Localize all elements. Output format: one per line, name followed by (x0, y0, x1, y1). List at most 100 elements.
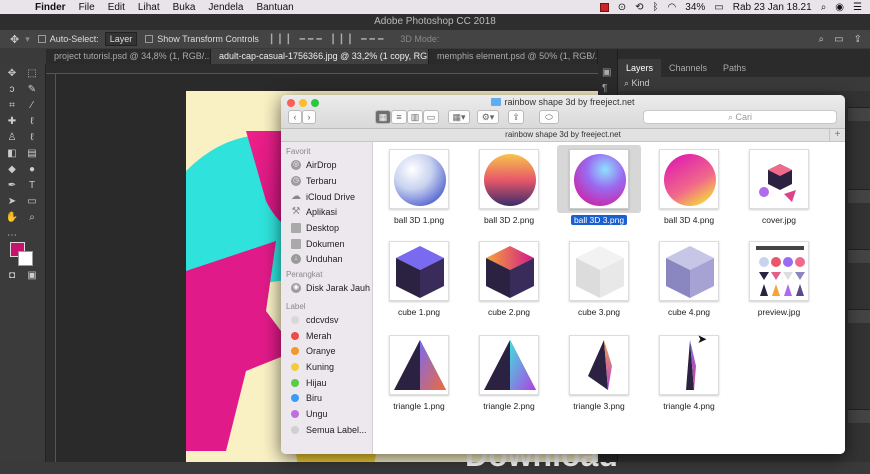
auto-select-dropdown[interactable]: Layer (104, 32, 138, 46)
zoom-tool-icon[interactable]: ⌕ (25, 212, 39, 224)
spotlight-icon[interactable]: ⌕ (821, 2, 827, 13)
menu-extra-icon[interactable]: ⊙ (618, 2, 626, 13)
sidebar-tag-red[interactable]: Merah (291, 330, 332, 342)
layer-row[interactable] (848, 409, 870, 423)
sidebar-item-applications[interactable]: ⚒ Aplikasi (291, 206, 338, 218)
file-item[interactable]: ball 3D 1.png (373, 142, 463, 230)
layer-row[interactable] (848, 309, 870, 323)
tab-layers[interactable]: Layers (618, 59, 662, 77)
tab-project-tutorial[interactable]: project tutorisl.psd @ 34,8% (1, RGB/... (46, 49, 211, 64)
list-view-button[interactable]: ≡ (391, 110, 407, 124)
move-tool-icon[interactable]: ✥ (5, 68, 19, 80)
file-item[interactable]: triangle 2.png (463, 328, 553, 416)
chevron-down-icon[interactable]: ▾ (25, 34, 30, 45)
search-input[interactable]: ⌕ Cari (643, 110, 837, 124)
file-item[interactable]: triangle 4.png (643, 328, 733, 416)
marquee-tool-icon[interactable]: ⬚ (25, 68, 39, 80)
sidebar-item-desktop[interactable]: Desktop (291, 222, 339, 234)
eyedropper-icon[interactable]: ⁄ (25, 100, 39, 112)
file-item[interactable]: cover.jpg (733, 142, 823, 230)
workspace-icon[interactable]: ▭ (834, 34, 843, 45)
sidebar-item-downloads[interactable]: ↓ Unduhan (291, 253, 343, 265)
back-button[interactable]: ‹ (288, 110, 302, 124)
history-brush-icon[interactable]: ℓ (25, 132, 39, 144)
layer-row[interactable] (848, 189, 870, 203)
dodge-tool-icon[interactable]: ● (25, 164, 39, 176)
file-item-selected[interactable]: ball 3D 3.png (553, 142, 643, 230)
share-icon[interactable]: ⇪ (854, 34, 862, 45)
file-item[interactable]: triangle 3.png (553, 328, 643, 416)
brush-tool-icon[interactable]: ℓ (25, 116, 39, 128)
wifi-icon[interactable]: ◠ (668, 2, 677, 13)
gradient-tool-icon[interactable]: ▤ (25, 148, 39, 160)
lasso-tool-icon[interactable]: ↄ (5, 84, 19, 96)
menu-go[interactable]: Buka (173, 2, 196, 13)
quick-mask-icon[interactable]: ◘ (5, 270, 19, 282)
pen-tool-icon[interactable]: ✒ (5, 180, 19, 192)
file-item[interactable]: cube 4.png (643, 234, 733, 322)
layer-row[interactable] (848, 249, 870, 263)
file-item[interactable]: cube 3.png (553, 234, 643, 322)
hand-tool-icon[interactable]: ✋ (5, 212, 19, 224)
action-gear-icon[interactable]: ⚙▾ (477, 110, 499, 124)
sidebar-item-documents[interactable]: Dokumen (291, 238, 345, 250)
battery-icon[interactable]: ▭ (714, 2, 723, 13)
type-tool-icon[interactable]: T (25, 180, 39, 192)
menu-app-finder[interactable]: Finder (35, 2, 66, 13)
tab-channels[interactable]: Channels (661, 59, 715, 77)
column-view-button[interactable]: ▥ (407, 110, 423, 124)
background-color[interactable] (18, 251, 33, 266)
tab-adult-cap[interactable]: adult-cap-casual-1756366.jpg @ 33,2% (1 … (211, 49, 429, 64)
screen-mode-icon[interactable]: ▣ (25, 270, 39, 282)
sidebar-tag-orange[interactable]: Oranye (291, 345, 336, 357)
time-machine-icon[interactable]: ⟲ (635, 2, 643, 13)
history-icon[interactable]: ▣ (602, 67, 611, 78)
file-item[interactable]: ball 3D 2.png (463, 142, 553, 230)
eraser-tool-icon[interactable]: ◧ (5, 148, 19, 160)
menu-edit[interactable]: Edit (108, 2, 125, 13)
stamp-tool-icon[interactable]: ♙ (5, 132, 19, 144)
auto-select-checkbox[interactable] (37, 35, 46, 43)
sidebar-item-airdrop[interactable]: ◎ AirDrop (291, 159, 337, 171)
menu-file[interactable]: File (79, 2, 95, 13)
align-icons[interactable]: ┃┃┃ ━━━ ┃┃┃ ━━━ (269, 34, 387, 45)
paragraph-icon[interactable]: ¶ (602, 83, 607, 94)
new-tab-button[interactable]: + (829, 129, 845, 142)
tab-paths[interactable]: Paths (715, 59, 754, 77)
healing-brush-icon[interactable]: ✚ (5, 116, 19, 128)
recording-icon[interactable] (599, 2, 609, 12)
sidebar-tag-green[interactable]: Hijau (291, 377, 327, 389)
gallery-view-button[interactable]: ▭ (423, 110, 439, 124)
sidebar-item-remote-disc[interactable]: ◉ Disk Jarak Jauh (291, 282, 370, 294)
menu-window[interactable]: Jendela (208, 2, 243, 13)
bluetooth-icon[interactable]: ᛒ (653, 2, 659, 13)
menu-help[interactable]: Bantuan (256, 2, 293, 13)
kind-filter-dropdown[interactable]: Kind (632, 78, 650, 88)
file-item[interactable]: triangle 1.png (373, 328, 463, 416)
icon-view-button[interactable]: ▦ (375, 110, 391, 124)
sidebar-tag-blue[interactable]: Biru (291, 392, 322, 404)
file-item[interactable]: cube 2.png (463, 234, 553, 322)
shape-tool-icon[interactable]: ▭ (25, 196, 39, 208)
path-select-icon[interactable]: ➤ (5, 196, 19, 208)
forward-button[interactable]: › (302, 110, 316, 124)
siri-icon[interactable]: ◉ (835, 2, 844, 13)
clock[interactable]: Rab 23 Jan 18.21 (733, 2, 812, 13)
sidebar-tag-all[interactable]: Semua Label... (291, 424, 367, 436)
menu-view[interactable]: Lihat (138, 2, 160, 13)
show-transform-checkbox[interactable] (145, 35, 154, 43)
file-item[interactable]: cube 1.png (373, 234, 463, 322)
tab-memphis[interactable]: memphis element.psd @ 50% (1, RGB/... (429, 49, 598, 64)
blur-tool-icon[interactable]: ◆ (5, 164, 19, 176)
quick-select-icon[interactable]: ✎ (25, 84, 39, 96)
sidebar-tag-purple[interactable]: Ungu (291, 408, 328, 420)
battery-percent[interactable]: 34% (685, 2, 705, 13)
file-item[interactable]: preview.jpg (733, 234, 823, 322)
file-item[interactable]: ball 3D 4.png (643, 142, 733, 230)
sidebar-tag-cdcvdsv[interactable]: cdcvdsv (291, 314, 339, 326)
share-icon[interactable]: ⇪ (508, 110, 524, 124)
sidebar-item-icloud[interactable]: ☁ iCloud Drive (291, 191, 355, 203)
sidebar-tag-yellow[interactable]: Kuning (291, 361, 334, 373)
layer-row[interactable] (848, 107, 870, 121)
search-icon[interactable]: ⌕ (819, 34, 825, 45)
